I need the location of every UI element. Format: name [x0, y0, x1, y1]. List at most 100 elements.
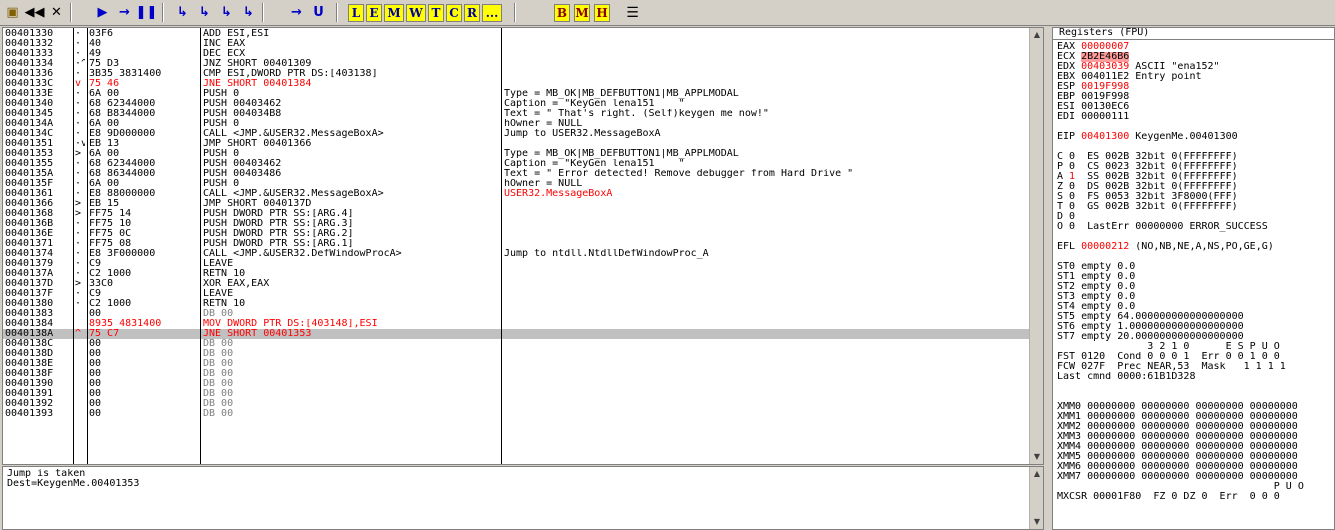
- close-icon[interactable]: ✕: [46, 3, 67, 22]
- run-icon[interactable]: ▶: [92, 3, 113, 22]
- disassembly-row[interactable]: 00401393 00 DB 00: [3, 409, 1043, 419]
- register-line[interactable]: EAX 00000007: [1057, 42, 1329, 52]
- disassembly-row[interactable]: 00401383 00 DB 00: [3, 309, 1043, 319]
- disassembly-row[interactable]: 00401332 · 40 INC EAX: [3, 39, 1043, 49]
- register-line[interactable]: ECX 2B2E46B6: [1057, 52, 1329, 62]
- disassembly-row[interactable]: 0040135F · 6A 00 PUSH 0 hOwner = NULL: [3, 179, 1043, 189]
- scroll-down-icon[interactable]: ▼: [1030, 515, 1043, 529]
- disassembly-row[interactable]: 0040137A · C2 1000 RETN 10: [3, 269, 1043, 279]
- disassembly-row[interactable]: 00401333 · 49 DEC ECX: [3, 49, 1043, 59]
- register-line[interactable]: O 0 LastErr 00000000 ERROR_SUCCESS: [1057, 222, 1329, 232]
- register-line[interactable]: ESP 0019F998: [1057, 82, 1329, 92]
- step-into-icon[interactable]: ↳: [172, 3, 193, 22]
- disassembly-row[interactable]: 0040138E 00 DB 00: [3, 359, 1043, 369]
- register-line[interactable]: EFL 00000212 (NO,NB,NE,A,NS,PO,GE,G): [1057, 242, 1329, 252]
- run-trace-button[interactable]: ...: [482, 4, 502, 22]
- disassembly-row[interactable]: 0040133C v 75 46 JNE SHORT 00401384: [3, 79, 1043, 89]
- handles-window-button[interactable]: H: [594, 4, 610, 22]
- disassembly-row[interactable]: 00401330 · 03F6 ADD ESI,ESI: [3, 29, 1043, 39]
- register-line[interactable]: 3 2 1 0 E S P U O: [1057, 342, 1329, 352]
- execute-till-user-icon[interactable]: U: [308, 3, 329, 22]
- register-line[interactable]: A 1 SS 002B 32bit 0(FFFFFFFF): [1057, 172, 1329, 182]
- trace-over-icon[interactable]: ↳: [238, 3, 259, 22]
- register-line[interactable]: EIP 00401300 KeygenMe.00401300: [1057, 132, 1329, 142]
- register-line[interactable]: ST1 empty 0.0: [1057, 272, 1329, 282]
- disassembly-row[interactable]: 0040136B · FF75 10 PUSH DWORD PTR SS:[ARG.3…: [3, 219, 1043, 229]
- register-line[interactable]: EDI 00000111: [1057, 112, 1329, 122]
- disassembly-row[interactable]: 00401334 ·^ 75 D3 JNZ SHORT 00401309: [3, 59, 1043, 69]
- register-line[interactable]: EBX 004011E2 Entry point: [1057, 72, 1329, 82]
- log-window-button[interactable]: L: [348, 4, 364, 22]
- register-line[interactable]: ESI 00130EC6: [1057, 102, 1329, 112]
- disassembly-row[interactable]: 00401374 · E8 3F000000 CALL <JMP.&USER32.De…: [3, 249, 1043, 259]
- disassembly-row[interactable]: 0040133E · 6A 00 PUSH 0 Type = MB_OK|MB_DEFB…: [3, 89, 1043, 99]
- disassembly-row[interactable]: 00401380 · C2 1000 RETN 10: [3, 299, 1043, 309]
- restart-icon[interactable]: ◀◀: [24, 3, 45, 22]
- register-line[interactable]: XMM3 00000000 00000000 00000000 00000000: [1057, 432, 1329, 442]
- register-line[interactable]: S 0 FS 0053 32bit 3F8000(FFF): [1057, 192, 1329, 202]
- disassembly-row[interactable]: 0040138D 00 DB 00: [3, 349, 1043, 359]
- disassembly-row[interactable]: 00401340 · 68 62344000 PUSH 00403462 Caption…: [3, 99, 1043, 109]
- register-line[interactable]: ST2 empty 0.0: [1057, 282, 1329, 292]
- register-line[interactable]: EDX 00403039 ASCII "ena152": [1057, 62, 1329, 72]
- scroll-up-icon[interactable]: ▲: [1030, 467, 1043, 481]
- memory-window-button[interactable]: M: [384, 4, 404, 22]
- disassembly-row[interactable]: 00401371 · FF75 08 PUSH DWORD PTR SS:[ARG.1…: [3, 239, 1043, 249]
- info-scrollbar[interactable]: ▲ ▼: [1029, 467, 1043, 529]
- register-line[interactable]: XMM0 00000000 00000000 00000000 00000000: [1057, 402, 1329, 412]
- list-icon[interactable]: ☰: [622, 3, 643, 22]
- register-line[interactable]: Last cmnd 0000:61B1D328: [1057, 372, 1329, 382]
- disassembly-row[interactable]: 0040138A ^ 75 C7 JNE SHORT 00401353: [3, 329, 1043, 339]
- execute-till-return-icon[interactable]: →: [286, 3, 307, 22]
- trace-into-icon[interactable]: ↳: [216, 3, 237, 22]
- windows-window-button[interactable]: W: [406, 4, 426, 22]
- register-line[interactable]: FCW 027F Prec NEAR,53 Mask 1 1 1 1: [1057, 362, 1329, 372]
- register-line[interactable]: T 0 GS 002B 32bit 0(FFFFFFFF): [1057, 202, 1329, 212]
- references-window-button[interactable]: R: [464, 4, 480, 22]
- modules-window-button[interactable]: E: [366, 4, 382, 22]
- register-line[interactable]: XMM4 00000000 00000000 00000000 00000000: [1057, 442, 1329, 452]
- disassembly-row[interactable]: 00401384 8935 4831400 MOV DWORD PTR DS:[40…: [3, 319, 1043, 329]
- disassembly-row[interactable]: 0040137D >33C0 XOR EAX,EAX: [3, 279, 1043, 289]
- register-line[interactable]: P U O: [1057, 482, 1329, 492]
- register-line[interactable]: FST 0120 Cond 0 0 0 1 Err 0 0 1 0 0: [1057, 352, 1329, 362]
- register-line[interactable]: ST4 empty 0.0: [1057, 302, 1329, 312]
- disassembly-pane[interactable]: 00401330 · 03F6 ADD ESI,ESI 00401332 · 40 INC E…: [2, 27, 1044, 465]
- disassembly-scrollbar[interactable]: ▲ ▼: [1029, 28, 1043, 464]
- disassembly-row[interactable]: 00401336 · 3B35 3831400 CMP ESI,DWORD PTR D…: [3, 69, 1043, 79]
- disassembly-row[interactable]: 00401390 00 DB 00: [3, 379, 1043, 389]
- register-line[interactable]: ST5 empty 64.000000000000000000: [1057, 312, 1329, 322]
- disassembly-row[interactable]: 00401368 > FF75 14 PUSH DWORD PTR SS:[ARG.4…: [3, 209, 1043, 219]
- disassembly-row[interactable]: 0040136E · FF75 0C PUSH DWORD PTR SS:[ARG.2…: [3, 229, 1043, 239]
- register-line[interactable]: XMM2 00000000 00000000 00000000 00000000: [1057, 422, 1329, 432]
- scroll-down-icon[interactable]: ▼: [1030, 450, 1043, 464]
- disassembly-row[interactable]: 00401353 >6A 00 PUSH 0 Type = MB_OK|MB_DEFB…: [3, 149, 1043, 159]
- register-line[interactable]: XMM5 00000000 00000000 00000000 00000000: [1057, 452, 1329, 462]
- memory-map-button[interactable]: M: [574, 4, 590, 22]
- step-over-icon[interactable]: ↳: [194, 3, 215, 22]
- register-line[interactable]: XMM7 00000000 00000000 00000000 00000000: [1057, 472, 1329, 482]
- register-line[interactable]: XMM1 00000000 00000000 00000000 00000000: [1057, 412, 1329, 422]
- register-line[interactable]: Z 0 DS 002B 32bit 0(FFFFFFFF): [1057, 182, 1329, 192]
- disassembly-row[interactable]: 0040134A · 6A 00 PUSH 0 hOwner = NULL: [3, 119, 1043, 129]
- scroll-up-icon[interactable]: ▲: [1030, 28, 1043, 42]
- open-icon[interactable]: ▣: [2, 3, 23, 22]
- cpu-window-button[interactable]: C: [446, 4, 462, 22]
- disassembly-row[interactable]: 00401392 00 DB 00: [3, 399, 1043, 409]
- register-line[interactable]: C 0 ES 002B 32bit 0(FFFFFFFF): [1057, 152, 1329, 162]
- register-line[interactable]: ST3 empty 0.0: [1057, 292, 1329, 302]
- run-thread-icon[interactable]: →: [114, 3, 135, 22]
- disassembly-row[interactable]: 00401379 · C9 LEAVE: [3, 259, 1043, 269]
- disassembly-row[interactable]: 0040138C 00 DB 00: [3, 339, 1043, 349]
- disassembly-row[interactable]: 00401391 00 DB 00: [3, 389, 1043, 399]
- disassembly-row[interactable]: 00401355 · 68 62344000 PUSH 00403462 Caption…: [3, 159, 1043, 169]
- disassembly-row[interactable]: 0040134C · E8 9D000000 CALL <JMP.&USER32.Me…: [3, 129, 1043, 139]
- registers-pane[interactable]: Registers (FPU) EAX 00000007 ECX 2B2E46B6…: [1052, 27, 1335, 530]
- disassembly-row[interactable]: 0040138F 00 DB 00: [3, 369, 1043, 379]
- disassembly-row[interactable]: 00401351 ·v EB 13 JMP SHORT 00401366: [3, 139, 1043, 149]
- register-line[interactable]: ST6 empty 1.0000000000000000000: [1057, 322, 1329, 332]
- threads-window-button[interactable]: T: [428, 4, 444, 22]
- disassembly-row[interactable]: 0040137F · C9 LEAVE: [3, 289, 1043, 299]
- pause-icon[interactable]: ❚❚: [136, 3, 158, 22]
- register-line[interactable]: ST7 empty 20.000000000000000000: [1057, 332, 1329, 342]
